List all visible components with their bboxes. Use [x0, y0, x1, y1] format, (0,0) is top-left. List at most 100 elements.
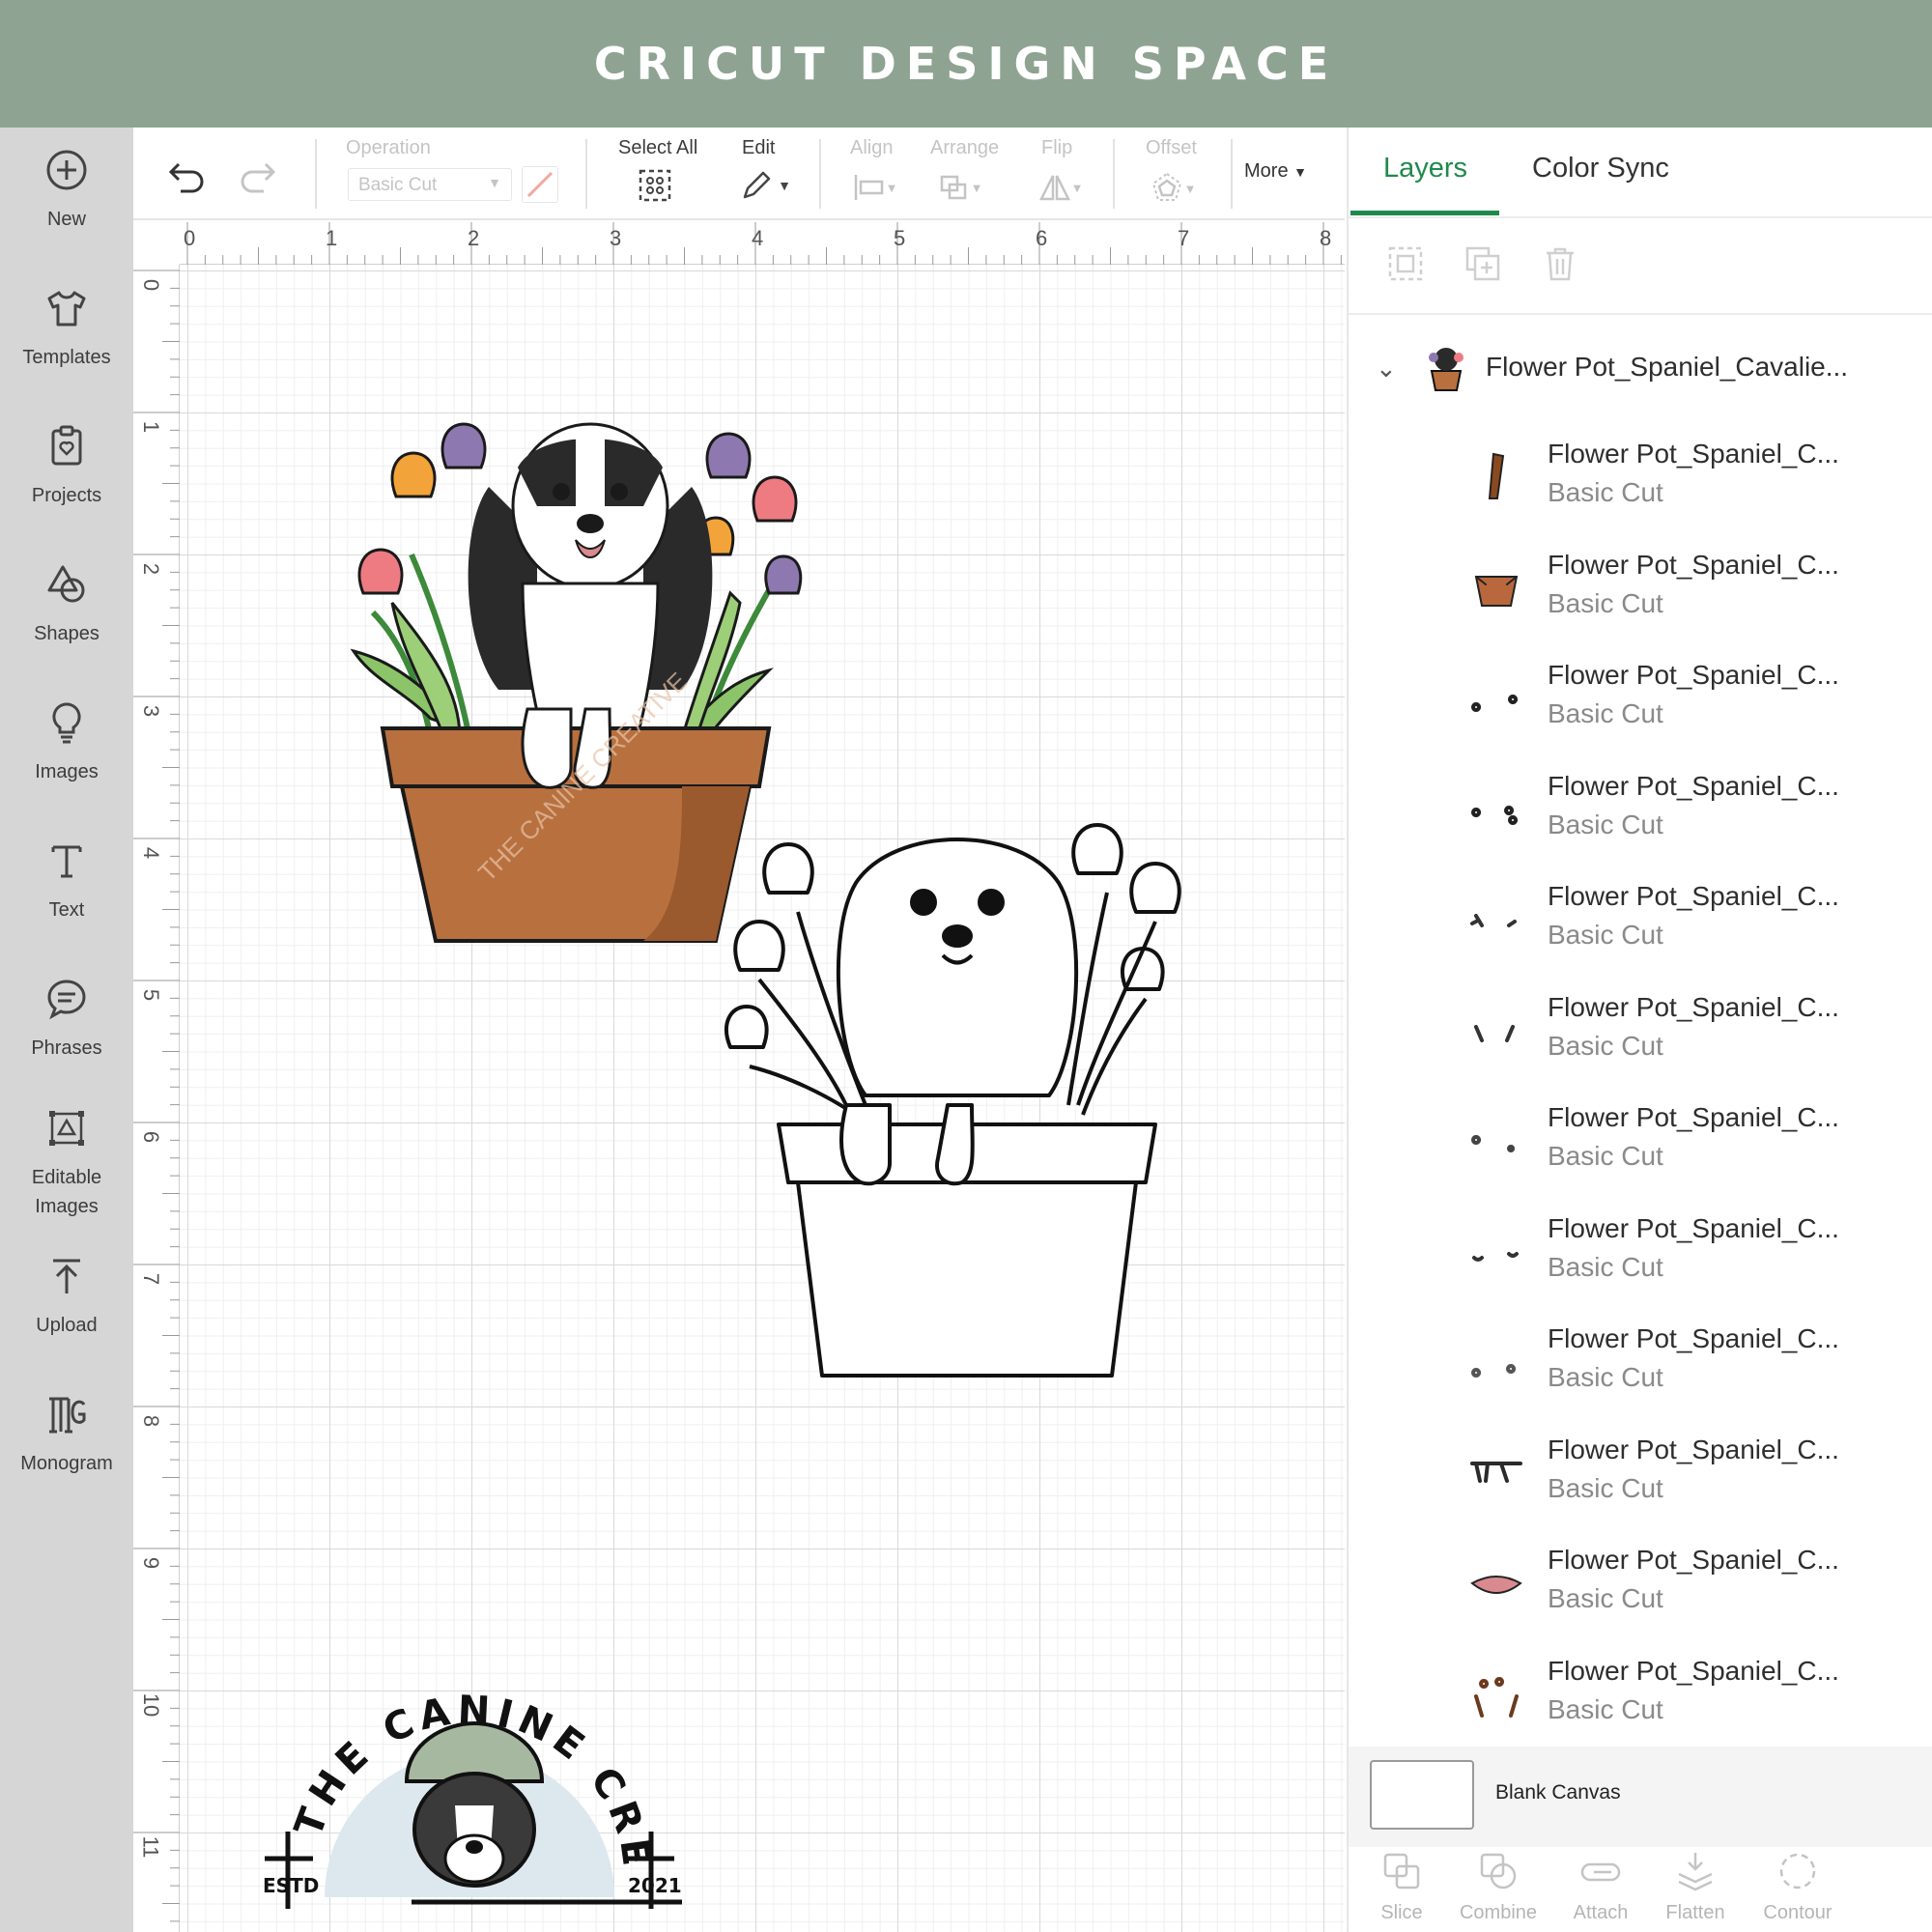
- duplicate-icon: [1465, 246, 1500, 281]
- sidebar-label-images: Images: [35, 761, 99, 782]
- banner-title: CRICUT DESIGN SPACE: [593, 38, 1339, 90]
- sidebar-item-shapes[interactable]: Shapes: [0, 561, 133, 677]
- layer-name: Flower Pot_Spaniel_C...: [1548, 660, 1839, 690]
- layer-row[interactable]: Flower Pot_Spaniel_C... Basic Cut: [1349, 1427, 1932, 1537]
- toolbar-divider: [819, 139, 821, 209]
- layer-row[interactable]: Flower Pot_Spaniel_C... Basic Cut: [1349, 1537, 1932, 1647]
- arrange-label: Arrange: [930, 137, 1000, 158]
- layer-thumbnail-icon: [1471, 805, 1519, 825]
- chevron-down-icon: ▼: [778, 178, 791, 193]
- sidebar-item-phrases[interactable]: Phrases: [0, 976, 133, 1092]
- layer-name: Flower Pot_Spaniel_C...: [1548, 770, 1839, 801]
- layer-operation: Basic Cut: [1548, 809, 1663, 839]
- layer-row[interactable]: Flower Pot_Spaniel_C... Basic Cut: [1349, 1648, 1932, 1758]
- blank-canvas-label: Blank Canvas: [1495, 1781, 1621, 1804]
- layer-row[interactable]: Flower Pot_Spaniel_C... Basic Cut: [1349, 652, 1932, 762]
- layer-operation: Basic Cut: [1548, 587, 1663, 618]
- select-all-button[interactable]: [636, 166, 674, 205]
- layers-panel: Layers Color Sync ⌄ Flower Pot_Spaniel_C…: [1347, 128, 1932, 1932]
- outline-spaniel-flowerpot-design[interactable]: [701, 815, 1204, 1395]
- layer-thumbnail-icon: [1470, 1576, 1522, 1594]
- align-left-icon: [854, 175, 883, 200]
- layer-row[interactable]: Flower Pot_Spaniel_C... Basic Cut: [1349, 984, 1932, 1094]
- layer-operation: Basic Cut: [1548, 1693, 1663, 1724]
- offset-label: Offset: [1146, 137, 1197, 158]
- layer-operation: Basic Cut: [1548, 1583, 1663, 1613]
- redo-button[interactable]: [234, 155, 282, 197]
- edit-button[interactable]: ▼: [736, 166, 794, 205]
- contour-button[interactable]: Contour: [1745, 1849, 1851, 1924]
- layer-row[interactable]: Flower Pot_Spaniel_C... Basic Cut: [1349, 1316, 1932, 1426]
- ruler-x-label: 5: [894, 226, 906, 250]
- design-canvas[interactable]: THE CANINE CREATIVE THE CANINE CRE ESTD …: [180, 265, 1345, 1932]
- layer-operation: Basic Cut: [1548, 1141, 1663, 1171]
- undo-icon: [168, 162, 204, 193]
- top-banner: CRICUT DESIGN SPACE: [0, 0, 1932, 128]
- logo-year-text: 2021: [628, 1874, 682, 1897]
- layer-name: Flower Pot_Spaniel_C...: [1548, 1434, 1839, 1464]
- blank-canvas-swatch[interactable]: [1370, 1760, 1474, 1830]
- sidebar-label-upload: Upload: [36, 1315, 98, 1336]
- tab-divider: [1349, 216, 1932, 218]
- combine-button[interactable]: Combine: [1445, 1849, 1551, 1924]
- group-thumbnail-icon: [1429, 348, 1463, 391]
- toolbar-divider: [1231, 139, 1233, 209]
- sidebar-item-images[interactable]: Images: [0, 699, 133, 815]
- select-all-icon: [639, 169, 671, 202]
- pencil-icon: [743, 171, 771, 199]
- slice-icon: [1383, 1853, 1420, 1889]
- sidebar-item-editable-images[interactable]: Editable Images: [0, 1105, 133, 1250]
- arrange-icon: [940, 175, 966, 200]
- linetype-color-swatch[interactable]: [522, 166, 558, 203]
- monogram-icon: [49, 1397, 86, 1434]
- ruler-x-label: 7: [1178, 226, 1190, 250]
- layer-row[interactable]: Flower Pot_Spaniel_C... Basic Cut: [1349, 873, 1932, 983]
- delete-button[interactable]: [1538, 242, 1582, 286]
- flatten-icon: [1678, 1853, 1713, 1891]
- operation-value: Basic Cut: [358, 175, 438, 195]
- sidebar-label-editable-images: Editable Images: [31, 1167, 102, 1217]
- align-button[interactable]: ▼: [848, 170, 902, 205]
- sidebar-label-templates: Templates: [22, 347, 111, 368]
- layer-operation: Basic Cut: [1548, 477, 1663, 507]
- layer-thumbnail-icon: [1488, 452, 1505, 499]
- flatten-button[interactable]: Flatten: [1642, 1849, 1748, 1924]
- ruler-y-label: 7: [139, 1272, 164, 1286]
- sidebar-item-templates[interactable]: Templates: [0, 285, 133, 401]
- flip-button[interactable]: ▼: [1032, 170, 1090, 205]
- duplicate-button[interactable]: [1461, 242, 1505, 286]
- slice-button[interactable]: Slice: [1349, 1849, 1455, 1924]
- layer-group-row[interactable]: ⌄ Flower Pot_Spaniel_Cavalie...: [1349, 336, 1932, 413]
- offset-button[interactable]: ▼: [1144, 170, 1202, 207]
- sidebar-item-upload[interactable]: Upload: [0, 1253, 133, 1369]
- operation-select[interactable]: Basic Cut ▼: [348, 168, 512, 201]
- ruler-y-label: 6: [139, 1130, 164, 1144]
- layer-row[interactable]: Flower Pot_Spaniel_C... Basic Cut: [1349, 1206, 1932, 1316]
- blank-canvas-row[interactable]: Blank Canvas: [1349, 1747, 1932, 1847]
- attach-button[interactable]: Attach: [1548, 1849, 1654, 1924]
- group-button[interactable]: [1383, 242, 1428, 286]
- sidebar-item-monogram[interactable]: Monogram: [0, 1391, 133, 1507]
- toolbar-divider: [315, 139, 317, 209]
- ruler-x-label: 1: [326, 226, 338, 250]
- chevron-down-icon[interactable]: ⌄: [1376, 354, 1397, 384]
- arrange-button[interactable]: ▼: [933, 170, 987, 205]
- layer-row[interactable]: Flower Pot_Spaniel_C... Basic Cut: [1349, 763, 1932, 873]
- ruler-x-label: 8: [1320, 226, 1332, 250]
- contour-icon: [1779, 1853, 1816, 1889]
- layer-row[interactable]: Flower Pot_Spaniel_C... Basic Cut: [1349, 1094, 1932, 1205]
- tab-color-sync[interactable]: Color Sync: [1532, 153, 1669, 185]
- sidebar-item-text[interactable]: Text: [0, 838, 133, 953]
- flip-label: Flip: [1041, 137, 1073, 158]
- more-button[interactable]: More ▼: [1244, 160, 1307, 183]
- undo-button[interactable]: [162, 155, 211, 197]
- sidebar-item-new[interactable]: New: [0, 147, 133, 263]
- offset-icon: [1151, 172, 1181, 201]
- layer-row[interactable]: Flower Pot_Spaniel_C... Basic Cut: [1349, 431, 1932, 541]
- ruler-x-label: 3: [610, 226, 622, 250]
- ruler-x-label: 6: [1036, 226, 1048, 250]
- ruler-y-label: 1: [139, 420, 164, 434]
- tab-layers[interactable]: Layers: [1383, 153, 1467, 185]
- layer-row[interactable]: Flower Pot_Spaniel_C... Basic Cut: [1349, 542, 1932, 652]
- sidebar-item-projects[interactable]: Projects: [0, 423, 133, 539]
